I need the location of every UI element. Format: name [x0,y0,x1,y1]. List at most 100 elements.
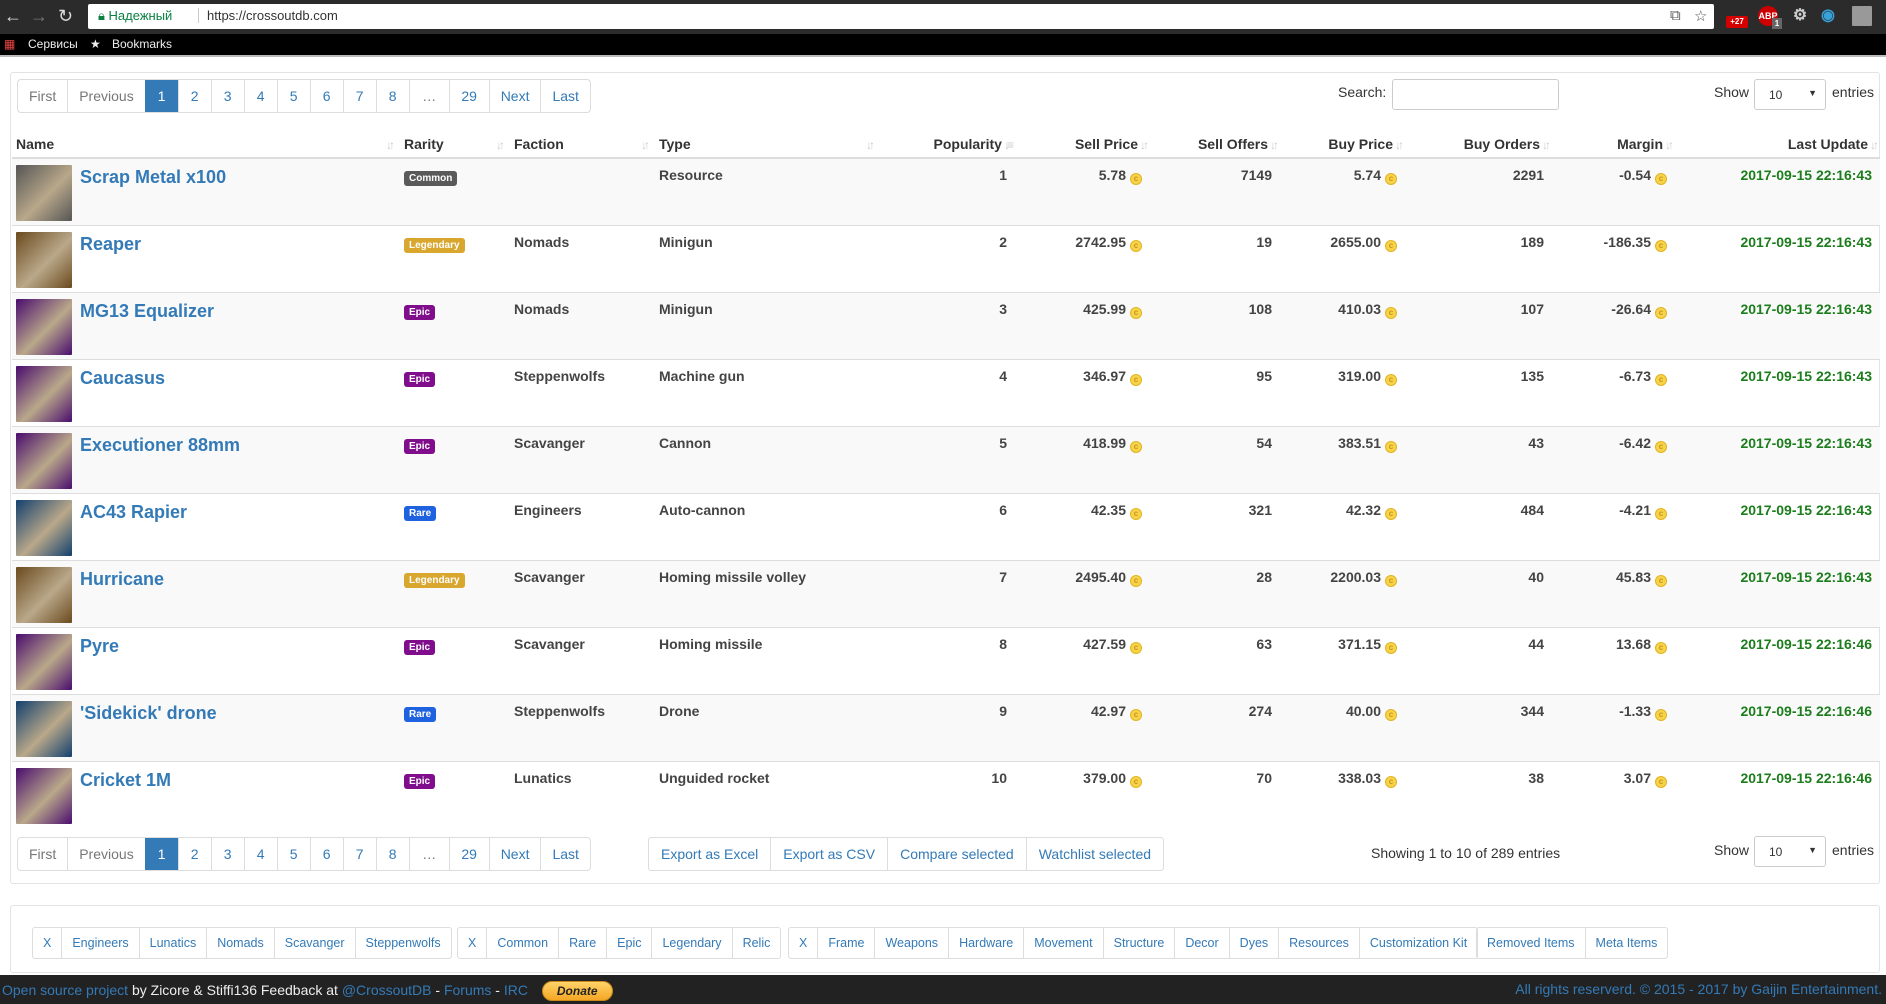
item-thumbnail[interactable] [16,767,72,824]
table-row[interactable]: AC43 Rapier Rare Engineers Auto-cannon 6 42.3… [12,492,1880,560]
page-first[interactable]: First [18,838,67,870]
page-last[interactable]: Last [540,838,589,870]
filter-button[interactable]: Hardware [948,928,1023,958]
filter-button[interactable]: Structure [1102,928,1175,958]
item-thumbnail[interactable] [16,432,72,489]
filter-button[interactable]: Removed Items [1477,928,1585,958]
column-header[interactable]: Margin ↓↑ [1552,131,1675,159]
extension-log-icon[interactable] [1852,6,1872,26]
export-csv-button[interactable]: Export as CSV [770,838,887,870]
page-3[interactable]: 3 [210,838,244,870]
item-thumbnail[interactable] [16,231,72,288]
filter-button[interactable]: Steppenwolfs [354,928,451,958]
entries-select[interactable]: 10 ▼ [1754,836,1826,867]
back-icon[interactable]: ← [4,6,22,26]
item-name-link[interactable]: Reaper [80,234,141,254]
table-row[interactable]: Caucasus Epic Steppenwolfs Machine gun 4 346.… [12,358,1880,426]
entries-select[interactable]: 10 ▼ [1754,79,1826,110]
clear-filter-button[interactable]: X [458,928,486,958]
watchlist-selected-button[interactable]: Watchlist selected [1025,838,1163,870]
page-8[interactable]: 8 [375,838,409,870]
item-name-link[interactable]: Hurricane [80,569,164,589]
filter-button[interactable]: Frame [817,928,874,958]
item-thumbnail[interactable] [16,165,72,221]
page-5[interactable]: 5 [276,80,310,112]
table-row[interactable]: MG13 Equalizer Epic Nomads Minigun 3 425.99 c 1… [12,291,1880,359]
filter-button[interactable]: Customization Kit [1358,928,1477,958]
item-name-link[interactable]: Executioner 88mm [80,435,240,455]
item-name-link[interactable]: AC43 Rapier [80,502,187,522]
column-header[interactable]: Faction ↓↑ [510,131,655,159]
column-header[interactable]: Name ↓↑ [12,131,400,159]
filter-button[interactable]: Resources [1278,928,1359,958]
page-4[interactable]: 4 [243,838,277,870]
star-icon[interactable]: ☆ [1694,7,1707,25]
page-previous[interactable]: Previous [67,838,144,870]
table-row[interactable]: Cricket 1M Epic Lunatics Unguided rocket 10 3… [12,760,1880,828]
filter-button[interactable]: Common [486,928,558,958]
twitter-link[interactable]: @CrossoutDB [342,982,432,998]
page-4[interactable]: 4 [243,80,277,112]
item-thumbnail[interactable] [16,633,72,690]
filter-button[interactable]: Weapons [874,928,948,958]
item-thumbnail[interactable] [16,499,72,556]
table-row[interactable]: Pyre Epic Scavanger Homing missile 8 427.59 c 6… [12,626,1880,694]
page-previous[interactable]: Previous [67,80,144,112]
table-row[interactable]: Hurricane Legendary Scavanger Homing missil… [12,559,1880,627]
filter-button[interactable]: Nomads [206,928,274,958]
table-row[interactable]: Scrap Metal x100 Common Resource 1 5.78 c 7149… [12,157,1880,225]
page-3[interactable]: 3 [210,80,244,112]
donate-button[interactable]: Donate [541,981,613,1001]
page-6[interactable]: 6 [309,80,343,112]
page-7[interactable]: 7 [342,838,376,870]
forward-icon[interactable]: → [30,6,48,26]
table-row[interactable]: Executioner 88mm Epic Scavanger Cannon 5 418.… [12,425,1880,493]
apps-icon[interactable]: ▦ [4,37,15,51]
column-header[interactable]: Rarity ↓↑ [400,131,510,159]
bookmark-services[interactable]: Сервисы [28,37,78,51]
page-5[interactable]: 5 [276,838,310,870]
item-name-link[interactable]: Scrap Metal x100 [80,167,226,187]
item-name-link[interactable]: Caucasus [80,368,165,388]
extension-v-icon[interactable]: ⚙ [1790,6,1810,26]
clear-filter-button[interactable]: X [789,928,817,958]
item-name-link[interactable]: Cricket 1M [80,770,171,790]
item-name-link[interactable]: MG13 Equalizer [80,301,214,321]
open-source-link[interactable]: Open source project [2,982,128,998]
filter-button[interactable]: Engineers [61,928,138,958]
filter-button[interactable]: Movement [1023,928,1102,958]
address-bar[interactable]: 🔒︎ Надежный https://crossoutdb.com ⧉ ☆ [88,4,1714,29]
page-2[interactable]: 2 [177,838,211,870]
page-29[interactable]: 29 [448,838,489,870]
page-8[interactable]: 8 [375,80,409,112]
extension-badge[interactable]: +27 [1726,16,1748,28]
filter-button[interactable]: Relic [731,928,781,958]
page-6[interactable]: 6 [309,838,343,870]
translate-icon[interactable]: ⧉ [1670,7,1681,24]
item-name-link[interactable]: Pyre [80,636,119,656]
item-thumbnail[interactable] [16,365,72,422]
column-header[interactable]: Buy Orders ↓↑ [1405,131,1552,159]
page-29[interactable]: 29 [448,80,489,112]
item-thumbnail[interactable] [16,298,72,355]
page-first[interactable]: First [18,80,67,112]
filter-button[interactable]: Decor [1174,928,1228,958]
url-text[interactable]: https://crossoutdb.com [198,8,338,23]
column-header[interactable]: Type ↓↑ [655,131,880,159]
item-thumbnail[interactable] [16,700,72,757]
page-1[interactable]: 1 [144,80,178,112]
column-header[interactable]: Sell Price ↓↑ [1015,131,1150,159]
page-next[interactable]: Next [488,80,541,112]
filter-button[interactable]: Scavanger [273,928,355,958]
item-thumbnail[interactable] [16,566,72,623]
filter-button[interactable]: Dyes [1228,928,1278,958]
column-header[interactable]: Popularity ↓≡ [880,131,1015,159]
page-7[interactable]: 7 [342,80,376,112]
column-header[interactable]: Buy Price ↓↑ [1280,131,1405,159]
clear-filter-button[interactable]: X [33,928,61,958]
page-2[interactable]: 2 [177,80,211,112]
extension-face-icon[interactable]: ◉ [1818,6,1838,26]
bookmark-bookmarks[interactable]: Bookmarks [112,37,172,51]
irc-link[interactable]: IRC [504,982,528,998]
table-row[interactable]: Reaper Legendary Nomads Minigun 2 2742.95 c 19 2… [12,224,1880,292]
